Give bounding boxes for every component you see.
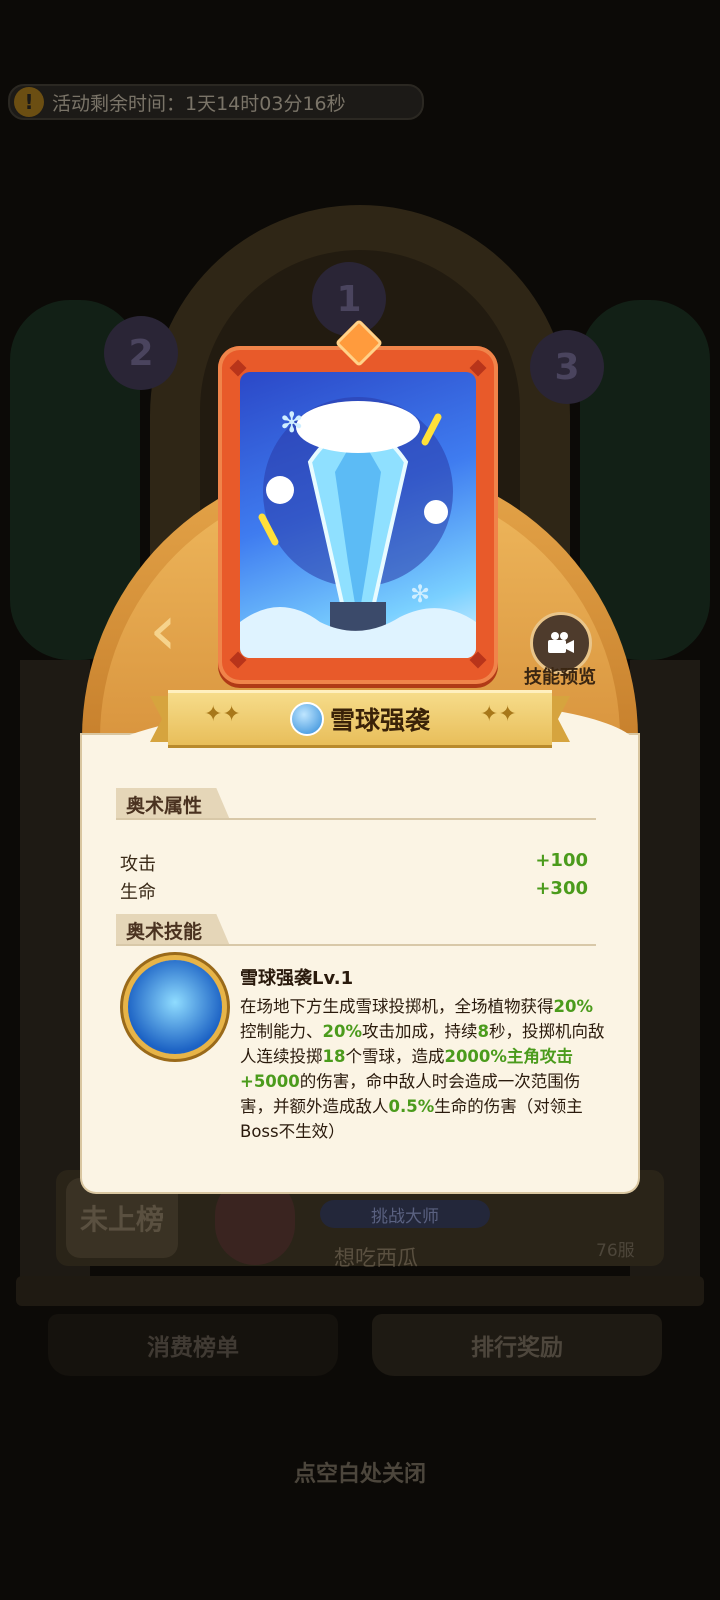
sparkle-icon: ✦✦: [204, 702, 241, 727]
section-divider: [116, 818, 596, 820]
card-name: 雪球强袭: [329, 706, 430, 735]
skill-desc-highlight: 18: [322, 1047, 346, 1066]
health-value: +300: [535, 878, 588, 899]
skill-preview-label[interactable]: 技能预览: [512, 663, 608, 689]
player-title-badge: 挑战大师: [320, 1200, 490, 1228]
skill-desc-text: 控制能力、: [240, 1022, 323, 1041]
rank-1-medal-icon: 1: [312, 262, 386, 336]
attributes-section-header: 奥术属性: [116, 788, 231, 820]
player-server: 76服: [596, 1241, 635, 1261]
tab-ranking-rewards[interactable]: 排行奖励: [372, 1314, 662, 1376]
attack-label: 攻击: [120, 854, 156, 875]
chevron-left-icon[interactable]: ‹: [140, 590, 186, 670]
event-timer-bar: ! 活动剩余时间：1天14时03分16秒: [8, 84, 424, 120]
rank-3-medal-icon: 3: [530, 330, 604, 404]
svg-text:✻: ✻: [410, 580, 430, 608]
skill-desc-text: 个雪球，造成: [345, 1047, 445, 1066]
tab-consumption-ranking[interactable]: 消费榜单: [48, 1314, 338, 1376]
rank-2-medal-icon: 2: [104, 316, 178, 390]
health-label: 生命: [120, 882, 156, 903]
player-name: 想吃西瓜: [334, 1246, 418, 1270]
svg-text:✻: ✻: [280, 406, 303, 439]
ice-crystal-icon: ✻ ✻: [240, 397, 476, 658]
skill-name: 雪球强袭Lv.1: [240, 968, 354, 989]
skill-desc-highlight: 20%: [322, 1022, 363, 1041]
skill-description: 在场地下方生成雪球投掷机，全场植物获得20%控制能力、20%攻击加成，持续8秒，…: [240, 994, 608, 1144]
event-timer-text: 活动剩余时间：1天14时03分16秒: [52, 92, 346, 115]
skill-desc-highlight: 8: [477, 1022, 489, 1041]
section-divider: [116, 944, 596, 946]
skill-section-header: 奥术技能: [116, 914, 231, 946]
warning-icon: !: [14, 87, 44, 117]
snowball-launcher-artwork: ✻ ✻: [240, 372, 476, 658]
skill-desc-text: 攻击加成，持续: [362, 1022, 478, 1041]
attack-value: +100: [535, 850, 588, 871]
snowball-skill-icon: [128, 960, 222, 1054]
skill-desc-text: 在场地下方生成雪球投掷机，全场植物获得: [240, 997, 554, 1016]
water-element-icon: [289, 702, 324, 736]
tap-blank-to-close-hint[interactable]: 点空白处关闭: [0, 1456, 720, 1488]
video-camera-icon: [548, 632, 574, 653]
skill-desc-highlight: 20%: [553, 997, 594, 1016]
sparkle-icon: ✦✦: [480, 702, 517, 727]
skill-desc-highlight: 0.5%: [388, 1097, 435, 1116]
ranking-shelf: [16, 1276, 704, 1306]
